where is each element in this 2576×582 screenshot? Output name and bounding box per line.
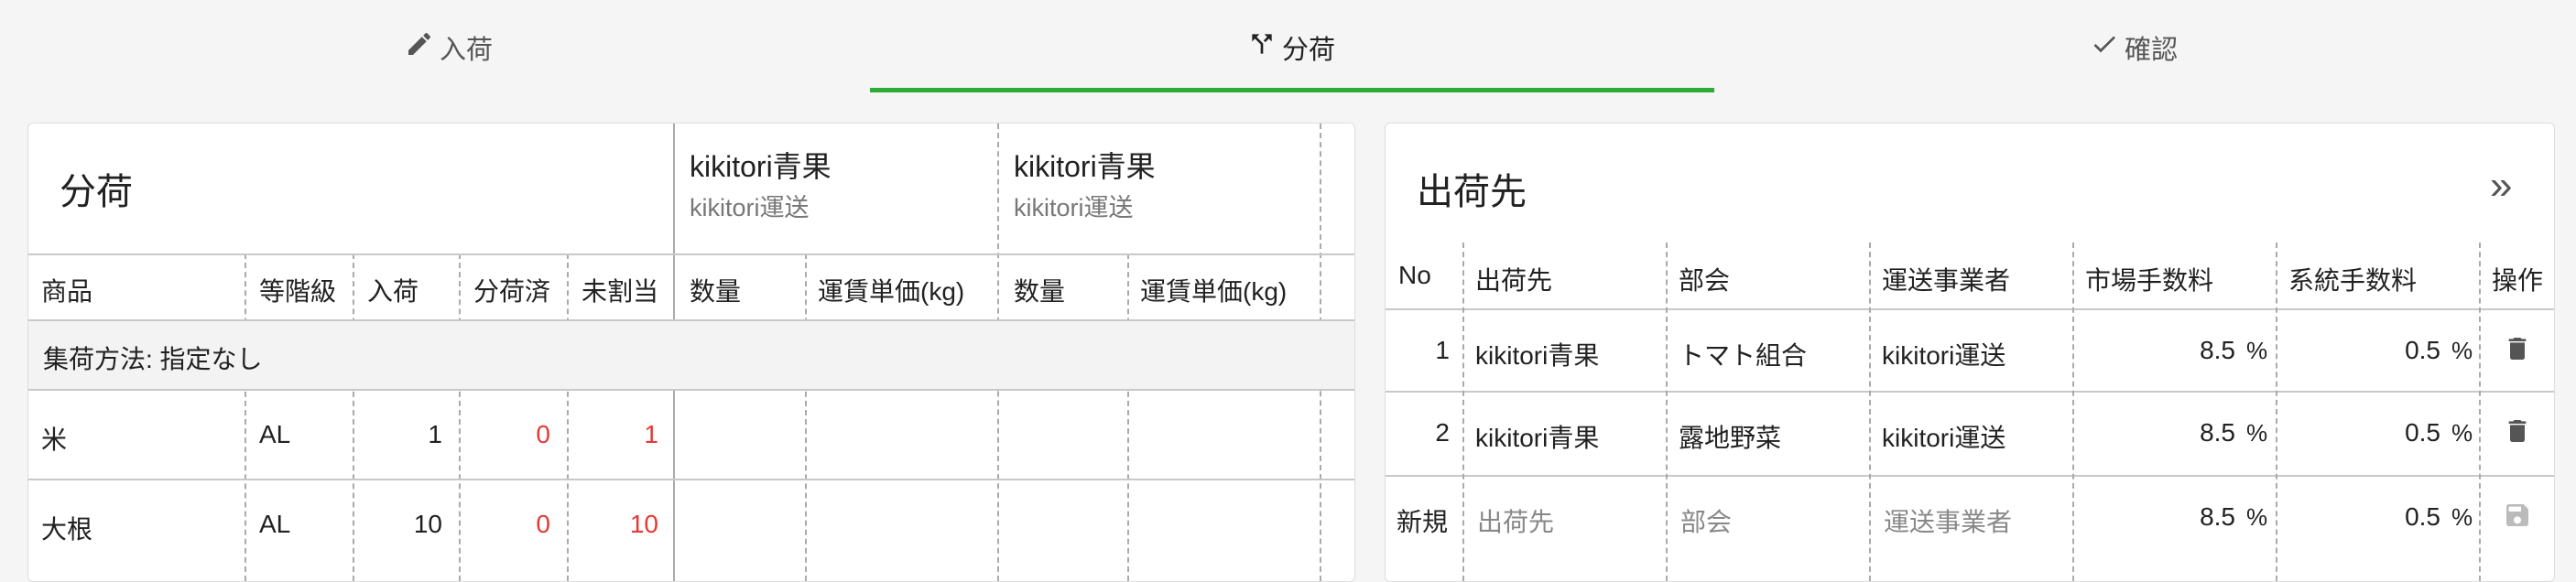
shipper-carrier: kikitori運送 xyxy=(690,194,810,221)
tab-kakunin[interactable]: 確認 xyxy=(1712,0,2555,95)
row-carrier: kikitori運送 xyxy=(1882,341,2006,370)
trash-icon[interactable] xyxy=(2503,334,2532,368)
card-title: 出荷先 xyxy=(1417,172,1527,212)
active-tab-indicator xyxy=(870,88,1714,92)
header-grade: 等階級 xyxy=(259,277,337,306)
shipper-carrier: kikitori運送 xyxy=(1014,194,1134,221)
row-destination: kikitori青果 xyxy=(1475,424,1600,452)
percent-unit: % xyxy=(2451,419,2473,447)
shipper-name: kikitori青果 xyxy=(1014,150,1156,183)
trash-icon[interactable] xyxy=(2503,416,2532,450)
row-product: 大根 xyxy=(41,515,93,544)
row-grade: AL xyxy=(259,420,291,448)
row-system-fee[interactable]: 0.5 xyxy=(2276,336,2440,365)
group-label: 集荷方法: 指定なし xyxy=(43,345,263,373)
row-received: 1 xyxy=(428,420,442,448)
shipper-name: kikitori青果 xyxy=(690,150,831,183)
header-unassigned: 未割当 xyxy=(582,277,659,306)
row-no: 1 xyxy=(1435,336,1450,364)
row-carrier: kikitori運送 xyxy=(1882,424,2006,452)
row-no: 2 xyxy=(1435,418,1450,447)
percent-unit: % xyxy=(2246,337,2268,364)
row-unassigned: 10 xyxy=(629,510,658,538)
split-icon xyxy=(1247,29,1277,66)
header-quantity: 数量 xyxy=(690,277,742,306)
row-group: トマト組合 xyxy=(1679,341,1808,370)
tab-nyuka[interactable]: 入荷 xyxy=(27,0,870,95)
tab-label: 確認 xyxy=(2124,36,2178,65)
carrier-input[interactable]: 運送事業者 xyxy=(1884,502,2012,539)
destination-input[interactable]: 出荷先 xyxy=(1477,502,1554,539)
check-icon xyxy=(2090,29,2119,66)
save-icon[interactable] xyxy=(2503,501,2532,534)
tab-label: 入荷 xyxy=(439,36,493,65)
row-unassigned: 1 xyxy=(644,420,658,448)
row-product: 米 xyxy=(41,426,68,454)
system-fee-input[interactable]: 0.5 xyxy=(2276,502,2440,532)
row-allocated: 0 xyxy=(536,420,550,448)
header-destination: 出荷先 xyxy=(1475,266,1553,295)
percent-unit: % xyxy=(2451,337,2473,364)
tab-bunka[interactable]: 分荷 xyxy=(870,0,1712,95)
header-freight-rate: 運賃単価(kg) xyxy=(1140,277,1288,306)
row-grade: AL xyxy=(259,510,291,538)
row-destination: kikitori青果 xyxy=(1475,341,1600,370)
header-product: 商品 xyxy=(41,277,93,306)
pencil-icon xyxy=(405,29,434,66)
header-no: No xyxy=(1398,261,1431,289)
header-allocated: 分荷済 xyxy=(473,277,551,306)
destination-card: 出荷先 » No 出荷先 部会 運送事業者 市場手数料 系統手数料 操作 1 k… xyxy=(1385,123,2555,582)
header-quantity: 数量 xyxy=(1014,277,1066,306)
header-actions: 操作 xyxy=(2492,266,2544,295)
allocation-card: 分荷 kikitori青果 kikitori運送 kikitori青果 kiki… xyxy=(27,123,1355,582)
tab-bar: 入荷 分荷 確認 xyxy=(0,0,2576,95)
header-market-fee: 市場手数料 xyxy=(2085,266,2214,295)
new-row-label: 新規 xyxy=(1397,508,1449,536)
row-allocated: 0 xyxy=(536,510,550,538)
expand-chevron-icon[interactable]: » xyxy=(2490,166,2512,206)
row-received: 10 xyxy=(413,510,442,538)
header-carrier: 運送事業者 xyxy=(1882,266,2011,295)
tab-label: 分荷 xyxy=(1281,36,1335,65)
percent-unit: % xyxy=(2246,503,2268,531)
row-system-fee[interactable]: 0.5 xyxy=(2276,418,2440,447)
row-market-fee[interactable]: 8.5 xyxy=(2072,418,2235,447)
group-input[interactable]: 部会 xyxy=(1680,502,1732,539)
row-group: 露地野菜 xyxy=(1679,424,1782,452)
row-market-fee[interactable]: 8.5 xyxy=(2072,336,2235,365)
percent-unit: % xyxy=(2246,419,2268,447)
percent-unit: % xyxy=(2451,503,2473,531)
header-group: 部会 xyxy=(1679,266,1731,295)
card-title: 分荷 xyxy=(60,172,133,212)
header-received: 入荷 xyxy=(367,277,419,306)
header-freight-rate: 運賃単価(kg) xyxy=(818,277,965,306)
header-system-fee: 系統手数料 xyxy=(2288,266,2418,295)
market-fee-input[interactable]: 8.5 xyxy=(2072,502,2235,532)
